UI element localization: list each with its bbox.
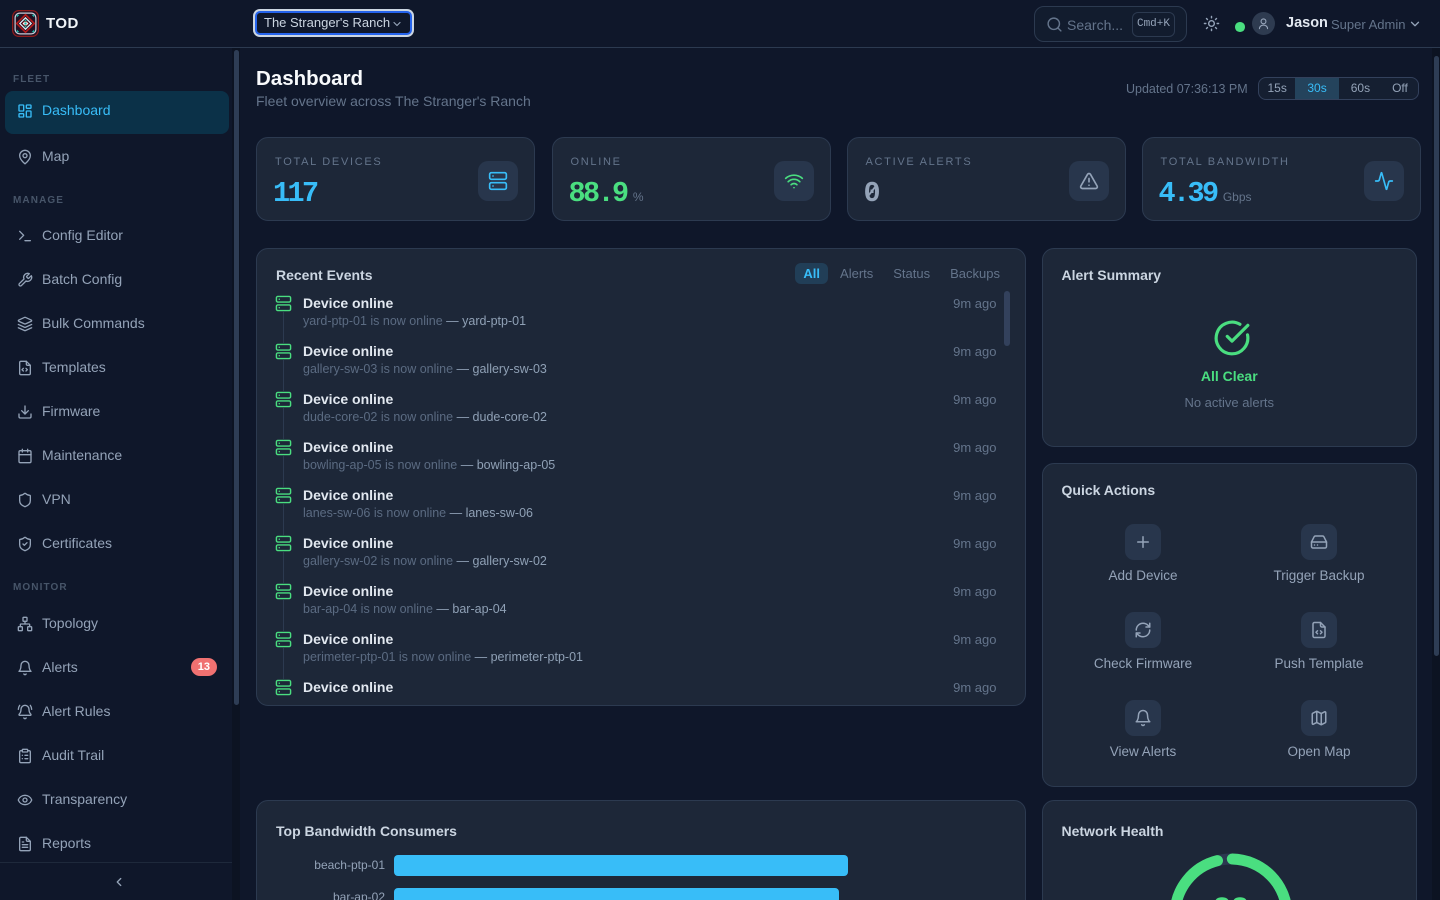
svg-text:88: 88 (1212, 893, 1248, 900)
